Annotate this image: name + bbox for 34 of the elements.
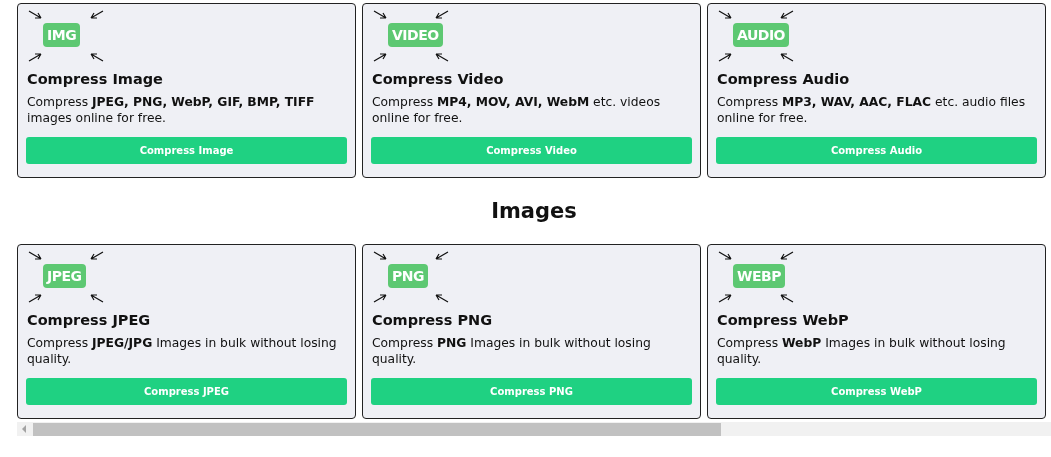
format-badge: PNG <box>388 264 428 288</box>
scrollbar-thumb[interactable] <box>33 422 721 436</box>
card-description: Compress WebP Images in bulk without losing quality. <box>717 335 1007 367</box>
format-badge: JPEG <box>43 264 86 288</box>
card-title: Compress Video <box>372 71 505 87</box>
compress-button[interactable]: Compress Audio <box>716 137 1037 164</box>
format-badge: WEBP <box>733 264 785 288</box>
horizontal-scrollbar[interactable] <box>17 422 1051 436</box>
card-description: Compress PNG Images in bulk without losing quality. <box>372 335 652 367</box>
compress-button[interactable]: Compress Video <box>371 137 692 164</box>
card-title: Compress Image <box>27 71 164 87</box>
compress-button[interactable]: Compress PNG <box>371 378 692 405</box>
card-description: Compress JPEG, PNG, WebP, GIF, BMP, TIFF images online for free. <box>27 94 316 126</box>
card-title: Compress Audio <box>717 71 851 87</box>
compress-arrows-icon <box>28 251 104 303</box>
format-badge: VIDEO <box>388 23 443 47</box>
card-description: Compress MP3, WAV, AAC, FLAC etc. audio files online for free. <box>717 94 1027 126</box>
card-title: Compress JPEG <box>27 312 152 328</box>
compress-arrows-icon <box>373 10 449 62</box>
card-description: Compress MP4, MOV, AVI, WebM etc. videos online for free. <box>372 94 662 126</box>
compress-button[interactable]: Compress Image <box>26 137 347 164</box>
compress-arrows-icon <box>373 251 449 303</box>
section-heading: Images <box>490 199 578 223</box>
format-badge: IMG <box>43 23 81 47</box>
card-title: Compress PNG <box>372 312 494 328</box>
card-description: Compress JPEG/JPG Images in bulk without losing quality. <box>27 335 338 367</box>
card-title: Compress WebP <box>717 312 850 328</box>
compress-arrows-icon <box>718 10 794 62</box>
format-badge: AUDIO <box>733 23 789 47</box>
compress-button[interactable]: Compress JPEG <box>26 378 347 405</box>
compress-arrows-icon <box>28 10 104 62</box>
compress-button[interactable]: Compress WebP <box>716 378 1037 405</box>
scroll-left-icon[interactable] <box>21 425 27 433</box>
compress-arrows-icon <box>718 251 794 303</box>
